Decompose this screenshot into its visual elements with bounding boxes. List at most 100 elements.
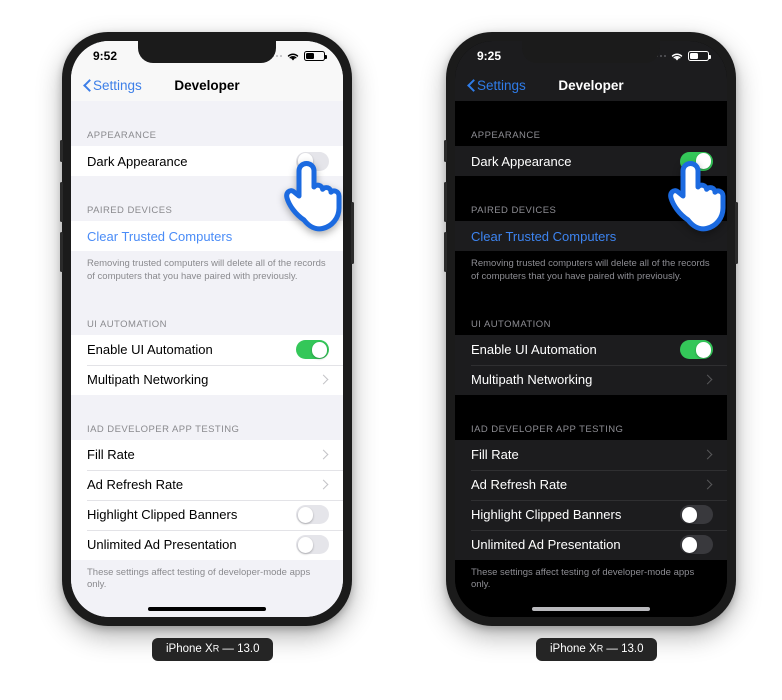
iphone-device-dark: 9:25 Settings Developer APPEARANCE Dark Appe… [444,32,738,626]
row-label: Clear Trusted Computers [87,228,233,244]
section-footer: Removing trusted computers will delete a… [71,251,343,290]
battery-icon [688,50,712,62]
section-gap [71,394,343,415]
toggle-highlight-clipped-banners[interactable] [680,505,713,525]
back-button-label: Settings [93,77,142,93]
row-highlight-clipped-banners[interactable]: Highlight Clipped Banners [71,499,343,530]
row-label: Clear Trusted Computers [471,228,617,244]
home-indicator[interactable] [532,607,650,611]
power-button[interactable] [735,202,738,264]
toggle-knob [297,536,314,553]
row-fill-rate[interactable]: Fill Rate [455,440,727,470]
row-ad-refresh-rate[interactable]: Ad Refresh Rate [71,469,343,500]
toggle-knob [681,506,698,523]
section-header: IAD DEVELOPER APP TESTING [71,414,343,440]
chevron-right-icon [704,449,711,460]
volume-down-button[interactable] [444,232,447,272]
section-footer: These settings affect testing of develop… [455,559,727,599]
row-fill-rate[interactable]: Fill Rate [71,440,343,470]
row-label: Fill Rate [471,447,519,463]
back-button[interactable]: Settings [83,78,142,93]
home-indicator[interactable] [148,607,266,611]
toggle-dark-appearance[interactable] [680,151,713,171]
toggle-knob [695,341,712,358]
toggle-knob [681,536,698,553]
volume-up-button[interactable] [60,182,63,222]
toggle-enable-ui-automation[interactable] [680,340,713,360]
section-header: UI AUTOMATION [455,309,727,335]
section-gap [71,289,343,310]
section-rows: Enable UI Automation Multipath Networking [455,334,727,395]
section-rows: Clear Trusted Computers [71,221,343,251]
row-clear-trusted-computers[interactable]: Clear Trusted Computers [71,221,343,251]
volume-up-button[interactable] [444,182,447,222]
chevron-right-icon [704,374,711,385]
device-badge-prefix: iPhone X [550,643,597,655]
row-label: Highlight Clipped Banners [87,507,238,523]
silent-switch[interactable] [444,140,447,162]
settings-list: APPEARANCE Dark Appearance PAIRED DEVICES C… [71,101,343,617]
section-footer: These settings affect testing of develop… [71,559,343,599]
row-label: Unlimited Ad Presentation [87,537,237,553]
toggle-unlimited-ad-presentation[interactable] [296,535,329,555]
chevron-right-icon [320,374,327,385]
row-dark-appearance[interactable]: Dark Appearance [71,146,343,176]
row-label: Ad Refresh Rate [87,477,184,493]
back-button[interactable]: Settings [467,78,526,93]
row-unlimited-ad-presentation[interactable]: Unlimited Ad Presentation [455,529,727,560]
phone-screen-light: 9:52 Settings Developer APPEARANCE Dark Appe… [71,41,343,617]
iphone-device-light: 9:52 Settings Developer APPEARANCE Dark Appe… [60,32,354,626]
power-button[interactable] [351,202,354,264]
toggle-knob [297,506,314,523]
nav-bar: Settings Developer [71,69,343,101]
section-rows: Enable UI Automation Multipath Networking [71,334,343,395]
silent-switch[interactable] [60,140,63,162]
row-label: Highlight Clipped Banners [471,507,622,523]
section-gap [455,394,727,415]
row-label: Enable UI Automation [87,342,213,358]
section-rows: Dark Appearance [455,146,727,176]
toggle-knob [297,153,314,169]
toggle-unlimited-ad-presentation[interactable] [680,535,713,555]
row-ad-refresh-rate[interactable]: Ad Refresh Rate [455,469,727,500]
section-header: PAIRED DEVICES [455,196,727,221]
chevron-right-icon [320,479,327,490]
chevron-left-icon [83,79,91,92]
row-unlimited-ad-presentation[interactable]: Unlimited Ad Presentation [71,529,343,560]
toggle-dark-appearance[interactable] [296,151,329,171]
notch [138,41,276,63]
section-header: APPEARANCE [71,121,343,146]
row-label: Dark Appearance [87,153,188,169]
row-highlight-clipped-banners[interactable]: Highlight Clipped Banners [455,499,727,530]
row-label: Unlimited Ad Presentation [471,537,621,553]
row-multipath-networking[interactable]: Multipath Networking [455,364,727,395]
row-label: Multipath Networking [87,372,209,388]
row-enable-ui-automation[interactable]: Enable UI Automation [455,335,727,365]
volume-down-button[interactable] [60,232,63,272]
toggle-knob [695,153,712,169]
device-badge-suffix: — 13.0 [219,643,260,655]
toggle-knob [311,341,328,358]
row-multipath-networking[interactable]: Multipath Networking [71,364,343,395]
toggle-enable-ui-automation[interactable] [296,340,329,360]
section-header: UI AUTOMATION [71,309,343,335]
back-button-label: Settings [477,77,526,93]
row-label: Enable UI Automation [471,342,597,358]
phone-screen-dark: 9:25 Settings Developer APPEARANCE Dark Appe… [455,41,727,617]
chevron-left-icon [467,79,475,92]
nav-bar: Settings Developer [455,69,727,101]
row-enable-ui-automation[interactable]: Enable UI Automation [71,335,343,365]
row-dark-appearance[interactable]: Dark Appearance [455,146,727,176]
section-footer: Removing trusted computers will delete a… [455,251,727,290]
wifi-icon [287,53,299,61]
section-rows: Fill Rate Ad Refresh Rate Highlight Clippe… [71,439,343,560]
section-rows: Clear Trusted Computers [455,221,727,251]
toggle-highlight-clipped-banners[interactable] [296,505,329,525]
row-label: Dark Appearance [471,153,572,169]
chevron-right-icon [320,449,327,460]
status-bar-time: 9:25 [477,49,502,63]
row-clear-trusted-computers[interactable]: Clear Trusted Computers [455,221,727,251]
chevron-right-icon [704,479,711,490]
section-rows: Dark Appearance [71,146,343,176]
device-badge-light: iPhone XR — 13.0 [152,638,274,661]
